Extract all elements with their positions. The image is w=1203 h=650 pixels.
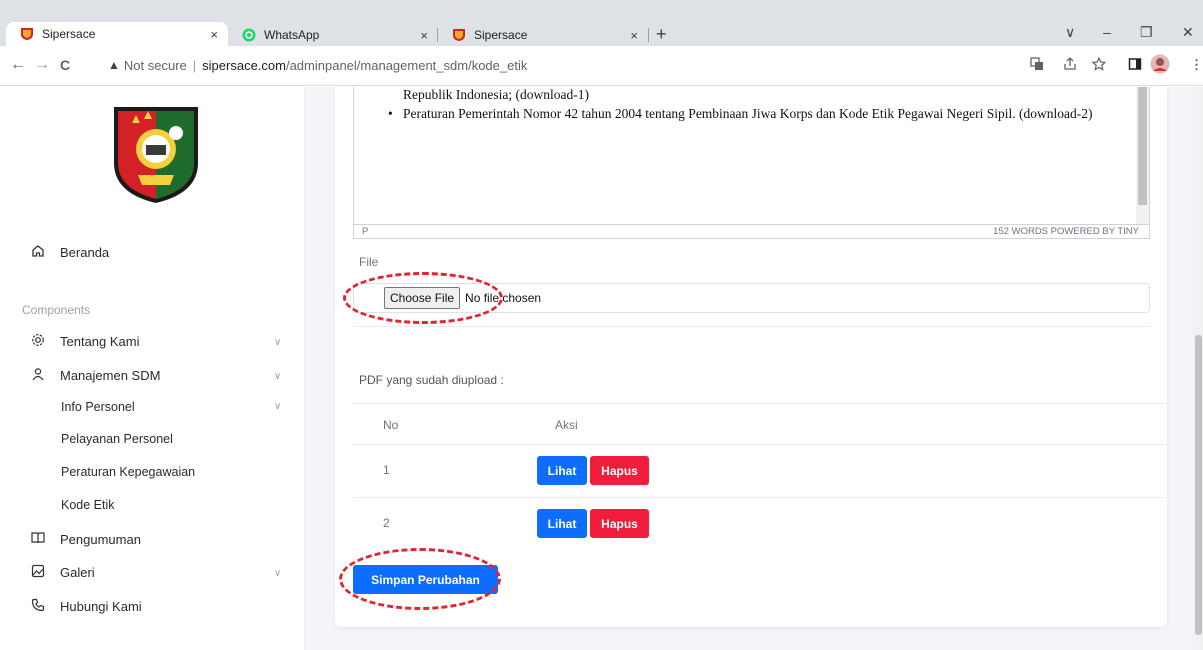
sidebar-item-beranda[interactable]: Beranda	[30, 244, 109, 261]
tab-search-chevron-icon[interactable]: ∨	[1065, 24, 1075, 41]
browser-tabstrip: Sipersace × WhatsApp × Sipersace × + ∨ –…	[0, 0, 1203, 46]
sidebar-item-label: Hubungi Kami	[60, 599, 142, 614]
sipersace-logo	[112, 105, 200, 205]
tab-close-icon[interactable]: ×	[210, 27, 218, 42]
tab-separator	[648, 28, 649, 42]
tab-whatsapp[interactable]: WhatsApp ×	[228, 24, 438, 46]
editor-statusbar: P 152 WORDS POWERED BY TINY	[354, 224, 1149, 238]
sidebar: Beranda Components Tentang Kami ∨ Manaje…	[0, 87, 305, 650]
translate-icon[interactable]	[1030, 57, 1044, 74]
rich-text-editor[interactable]: Republik Indonesia; (download-1) • Perat…	[353, 87, 1150, 239]
url-path: /adminpanel/management_sdm/kode_etik	[285, 57, 528, 73]
editor-text-line: Republik Indonesia; (download-1)	[403, 87, 589, 102]
sidebar-item-peraturan-kepegawaian[interactable]: Peraturan Kepegawaian	[61, 465, 195, 479]
editor-scrollbar-thumb[interactable]	[1138, 87, 1147, 205]
window-close-icon[interactable]: ✕	[1182, 24, 1194, 41]
reload-icon[interactable]: C	[60, 57, 70, 73]
page-scrollbar-thumb[interactable]	[1195, 335, 1202, 635]
phone-icon	[30, 598, 46, 615]
form-card: Republik Indonesia; (download-1) • Perat…	[335, 87, 1167, 627]
back-icon[interactable]: ←	[10, 56, 26, 74]
sidebar-item-galeri[interactable]: Galeri	[30, 564, 95, 581]
user-icon	[30, 367, 46, 384]
tab-sipersace[interactable]: Sipersace ×	[438, 24, 648, 46]
share-icon[interactable]	[1063, 57, 1077, 74]
warning-icon[interactable]: ▲	[108, 58, 120, 72]
sidebar-item-label: Galeri	[60, 565, 95, 580]
new-tab-icon[interactable]: +	[656, 24, 667, 45]
view-button[interactable]: Lihat	[537, 509, 587, 538]
tab-title: WhatsApp	[264, 28, 320, 42]
uploaded-pdf-label: PDF yang sudah diupload :	[359, 373, 504, 387]
save-changes-button[interactable]: Simpan Perubahan	[353, 565, 498, 594]
tab-title: Sipersace	[42, 27, 96, 41]
menu-icon[interactable]: ⋮	[1190, 57, 1203, 73]
star-icon[interactable]	[1091, 56, 1107, 74]
delete-button[interactable]: Hapus	[590, 456, 649, 485]
chevron-down-icon[interactable]: ∨	[274, 371, 281, 382]
table-header-no: No	[383, 418, 399, 432]
table-row: 1 Lihat Hapus	[353, 444, 1167, 497]
sidebar-item-label: Pengumuman	[60, 532, 141, 547]
sidebar-item-tentang-kami[interactable]: Tentang Kami	[30, 333, 140, 350]
table-header-aksi: Aksi	[555, 418, 578, 432]
url-domain: sipersace.com	[202, 57, 286, 73]
tab-title: Sipersace	[474, 28, 528, 42]
divider	[353, 326, 1150, 327]
image-icon	[30, 564, 46, 581]
editor-bullet-text: Peraturan Pemerintah Nomor 42 tahun 2004…	[403, 106, 1093, 121]
book-icon	[30, 531, 46, 548]
gear-icon	[30, 333, 46, 350]
table-row: 2 Lihat Hapus	[353, 497, 1167, 550]
table-header-row: No Aksi	[353, 403, 1167, 444]
sidebar-item-kode-etik[interactable]: Kode Etik	[61, 498, 115, 512]
browser-toolbar: ← → C ▲ Not secure | sipersace.com/admin…	[0, 46, 1203, 86]
sidebar-item-label: Tentang Kami	[60, 334, 140, 349]
chevron-down-icon[interactable]: ∨	[274, 337, 281, 348]
file-field-label: File	[359, 255, 379, 269]
tab-close-icon[interactable]: ×	[420, 28, 428, 43]
sidebar-item-pengumuman[interactable]: Pengumuman	[30, 531, 141, 548]
forward-icon[interactable]: →	[34, 56, 50, 74]
delete-button[interactable]: Hapus	[590, 509, 649, 538]
not-secure-label: Not secure	[123, 57, 187, 73]
editor-path-label[interactable]: P	[362, 226, 368, 237]
chevron-down-icon[interactable]: ∨	[274, 568, 281, 579]
sidebar-item-pelayanan-personel[interactable]: Pelayanan Personel	[61, 432, 173, 446]
file-input[interactable]: Choose File No file chosen	[353, 283, 1150, 313]
bullet-dot: •	[388, 106, 393, 121]
no-file-chosen-label: No file chosen	[465, 291, 542, 305]
tab-sipersace-active[interactable]: Sipersace ×	[6, 22, 228, 46]
minimize-icon[interactable]: –	[1103, 24, 1111, 40]
restore-icon[interactable]: ❐	[1140, 24, 1153, 41]
row-number: 2	[383, 516, 390, 530]
main-content: Republik Indonesia; (download-1) • Perat…	[305, 87, 1203, 650]
choose-file-button[interactable]: Choose File	[384, 287, 461, 309]
tab-close-icon[interactable]: ×	[630, 28, 638, 43]
home-icon	[30, 244, 46, 261]
sidebar-item-label: Manajemen SDM	[60, 368, 161, 383]
shield-favicon-icon	[20, 27, 34, 41]
editor-body[interactable]: Republik Indonesia; (download-1) • Perat…	[354, 87, 1134, 224]
sidebar-item-label: Beranda	[60, 245, 110, 260]
whatsapp-favicon-icon	[242, 28, 256, 42]
profile-icon[interactable]	[1150, 54, 1170, 77]
sidepanel-icon[interactable]	[1128, 57, 1142, 74]
address-bar[interactable]: ▲ Not secure | sipersace.com/adminpanel/…	[108, 52, 1013, 78]
components-section-label: Components	[22, 303, 91, 317]
sidebar-item-manajemen-sdm[interactable]: Manajemen SDM	[30, 367, 160, 384]
chevron-down-icon[interactable]: ∨	[274, 401, 281, 412]
shield-favicon-icon	[452, 28, 466, 42]
row-number: 1	[383, 463, 390, 477]
view-button[interactable]: Lihat	[537, 456, 587, 485]
sidebar-item-hubungi-kami[interactable]: Hubungi Kami	[30, 598, 142, 615]
editor-word-count: 152 WORDS POWERED BY TINY	[993, 226, 1139, 237]
omnibox-separator: |	[192, 57, 197, 73]
sidebar-item-info-personel[interactable]: Info Personel	[61, 400, 135, 414]
